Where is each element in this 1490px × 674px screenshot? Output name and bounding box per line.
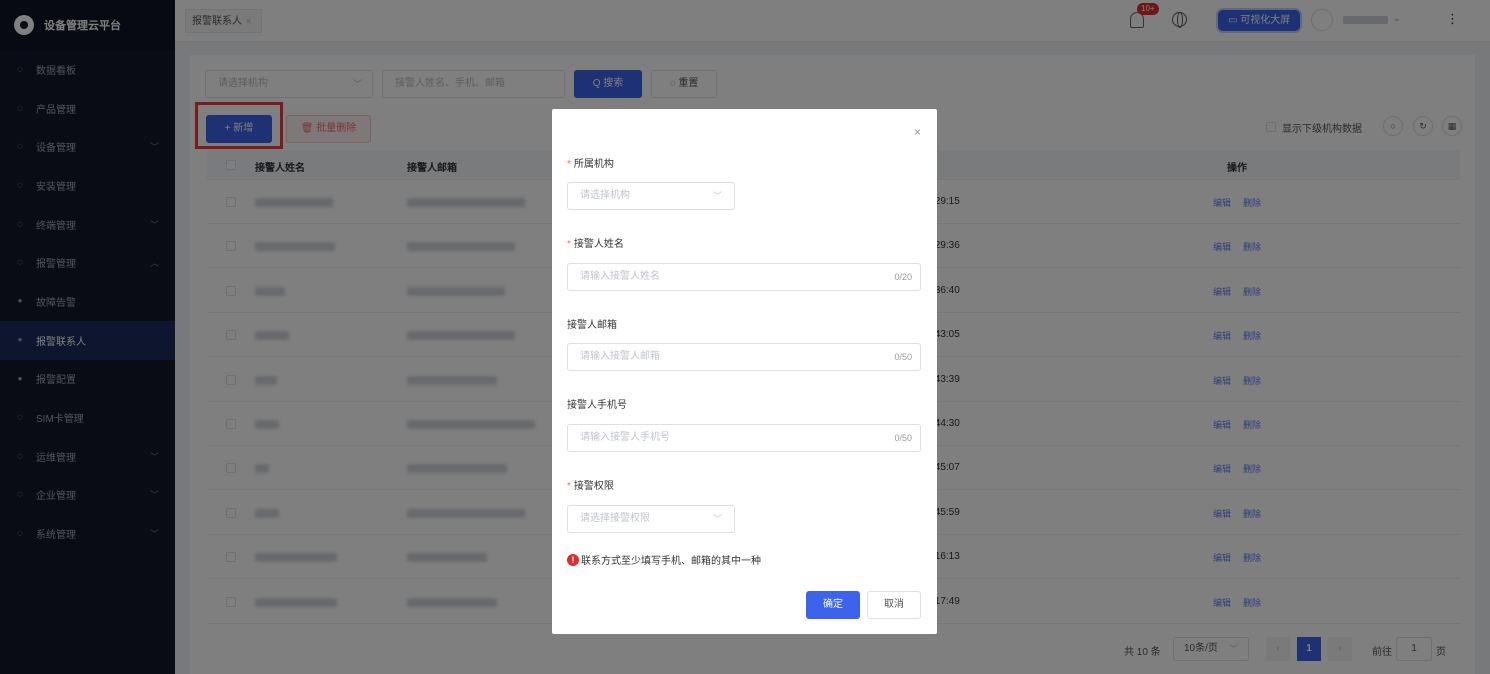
org-label: * 所属机构 <box>567 159 614 170</box>
warning-text: 联系方式至少填写手机、邮箱的其中一种 <box>581 556 761 567</box>
name-count: 0/20 <box>894 272 912 282</box>
dialog-org-select[interactable]: 请选择机构 ﹀ <box>567 182 735 210</box>
close-icon[interactable]: × <box>914 125 921 139</box>
email-count: 0/50 <box>894 352 912 362</box>
email-input[interactable]: 请输入接警人邮箱 0/50 <box>567 343 921 371</box>
dialog-org-placeholder: 请选择机构 <box>580 190 630 201</box>
contact-warning: ! 联系方式至少填写手机、邮箱的其中一种 <box>567 552 761 567</box>
perm-select[interactable]: 请选择接警权限 ﹀ <box>567 505 735 533</box>
phone-placeholder: 请输入接警人手机号 <box>580 432 670 443</box>
phone-count: 0/50 <box>894 433 912 443</box>
perm-label: * 接警权限 <box>567 481 614 492</box>
chevron-down-icon: ﹀ <box>712 191 722 201</box>
email-label: 接警人邮箱 <box>567 320 617 331</box>
name-input[interactable]: 请输入接警人姓名 0/20 <box>567 263 921 291</box>
phone-label: 接警人手机号 <box>567 400 627 411</box>
name-label: * 接警人姓名 <box>567 239 624 250</box>
phone-input[interactable]: 请输入接警人手机号 0/50 <box>567 424 921 452</box>
email-placeholder: 请输入接警人邮箱 <box>580 351 660 362</box>
chevron-down-icon: ﹀ <box>712 514 722 524</box>
name-placeholder: 请输入接警人姓名 <box>580 271 660 282</box>
warning-icon: ! <box>567 553 579 566</box>
cancel-button[interactable]: 取消 <box>867 591 921 619</box>
confirm-button[interactable]: 确定 <box>806 591 860 619</box>
perm-placeholder: 请选择接警权限 <box>580 513 650 524</box>
add-contact-dialog: × * 所属机构 请选择机构 ﹀ * 接警人姓名 请输入接警人姓名 0/20 接警人邮箱… <box>552 109 937 634</box>
